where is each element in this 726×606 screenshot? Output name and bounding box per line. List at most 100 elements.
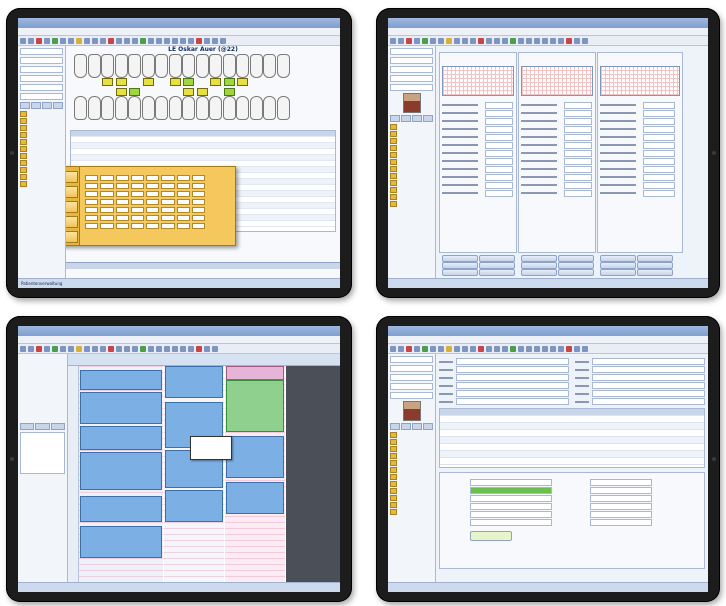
toolbar-icon[interactable] — [84, 37, 90, 44]
toolbar-icon[interactable] — [422, 345, 428, 352]
toolbar-icon[interactable] — [28, 37, 34, 44]
toolbar-icon[interactable] — [188, 37, 194, 44]
dental-chart[interactable] — [70, 52, 336, 124]
dialog-cell[interactable] — [176, 223, 190, 229]
toolbar-icon[interactable] — [462, 345, 468, 352]
dialog-cell[interactable] — [115, 223, 129, 229]
perio-field[interactable] — [643, 110, 675, 117]
dialog-cell[interactable] — [130, 191, 144, 197]
perio-field[interactable] — [485, 158, 513, 165]
folder-item[interactable] — [390, 194, 433, 200]
tooth-icon[interactable] — [114, 54, 128, 78]
tooth-icon[interactable] — [128, 96, 141, 120]
perio-field[interactable] — [564, 190, 592, 197]
perio-field[interactable] — [485, 190, 513, 197]
appointment[interactable] — [80, 526, 162, 558]
folder-item[interactable] — [390, 138, 433, 144]
toolbar[interactable] — [388, 36, 708, 46]
folder-item[interactable] — [20, 125, 63, 131]
appointment[interactable] — [80, 452, 162, 490]
patient-field[interactable] — [390, 392, 433, 399]
perio-field[interactable] — [564, 166, 592, 173]
form-input[interactable] — [456, 390, 569, 397]
dialog-button[interactable] — [66, 216, 78, 228]
tooth-icon[interactable] — [209, 96, 222, 120]
toolbar-icon[interactable] — [446, 37, 452, 44]
resource-list[interactable] — [20, 432, 65, 474]
toolbar-icon[interactable] — [68, 345, 74, 352]
tab[interactable] — [423, 423, 433, 430]
form-input[interactable] — [456, 358, 569, 365]
tooth-icon[interactable] — [128, 54, 141, 78]
dialog-cell[interactable] — [115, 183, 129, 189]
form-input[interactable] — [592, 382, 705, 389]
perio-button[interactable] — [521, 262, 557, 269]
dialog-cell[interactable] — [191, 223, 205, 229]
tab[interactable] — [31, 102, 41, 109]
detail-field[interactable] — [470, 503, 552, 510]
form-input[interactable] — [456, 382, 569, 389]
perio-button[interactable] — [558, 255, 594, 262]
bottom-tabs[interactable] — [66, 262, 340, 269]
toolbar-icon[interactable] — [52, 345, 58, 352]
perio-field[interactable] — [485, 150, 513, 157]
menu-bar[interactable] — [388, 28, 708, 36]
toolbar-icon[interactable] — [398, 37, 404, 44]
folder-item[interactable] — [20, 167, 63, 173]
table-row[interactable] — [440, 430, 704, 437]
perio-field[interactable] — [485, 126, 513, 133]
dialog-cell[interactable] — [100, 191, 114, 197]
patient-field[interactable] — [20, 93, 63, 100]
toolbar-icon[interactable] — [430, 37, 436, 44]
perio-button[interactable] — [600, 262, 636, 269]
dialog-cell[interactable] — [85, 199, 99, 205]
patient-field[interactable] — [390, 66, 433, 73]
tooth-icon[interactable] — [195, 54, 209, 78]
dialog-cell[interactable] — [191, 191, 205, 197]
tab[interactable] — [412, 115, 422, 122]
folder-item[interactable] — [390, 446, 433, 452]
table-row[interactable] — [440, 451, 704, 458]
toolbar-icon[interactable] — [20, 345, 26, 352]
perio-field[interactable] — [643, 118, 675, 125]
perio-field[interactable] — [564, 142, 592, 149]
patient-field[interactable] — [390, 383, 433, 390]
dialog-cell[interactable] — [176, 183, 190, 189]
detail-field[interactable] — [590, 519, 652, 526]
toolbar-icon[interactable] — [124, 37, 130, 44]
records-table[interactable] — [439, 408, 705, 468]
toolbar-icon[interactable] — [164, 345, 170, 352]
tooth-icon[interactable] — [249, 96, 263, 120]
dialog-cell[interactable] — [100, 223, 114, 229]
dialog-cell[interactable] — [176, 175, 190, 181]
toolbar-icon[interactable] — [470, 345, 476, 352]
toolbar-icon[interactable] — [494, 37, 500, 44]
form-input[interactable] — [592, 358, 705, 365]
patient-field[interactable] — [390, 374, 433, 381]
appointment[interactable] — [165, 366, 223, 398]
menu-bar[interactable] — [18, 336, 340, 344]
toolbar-icon[interactable] — [204, 37, 210, 44]
folder-item[interactable] — [390, 460, 433, 466]
toolbar-icon[interactable] — [558, 37, 564, 44]
tooth-icon[interactable] — [168, 96, 182, 120]
folder-item[interactable] — [390, 180, 433, 186]
toolbar-icon[interactable] — [390, 37, 396, 44]
toolbar-icon[interactable] — [462, 37, 468, 44]
toolbar-icon[interactable] — [172, 345, 178, 352]
toolbar-icon[interactable] — [84, 345, 90, 352]
folder-item[interactable] — [20, 160, 63, 166]
calendar-grid[interactable] — [68, 354, 340, 583]
table-row[interactable] — [440, 437, 704, 444]
appointment[interactable] — [226, 482, 284, 514]
toolbar-icon[interactable] — [438, 345, 444, 352]
dialog-button[interactable] — [66, 201, 78, 213]
dialog-cell[interactable] — [115, 199, 129, 205]
perio-button[interactable] — [637, 262, 673, 269]
perio-graph[interactable] — [521, 66, 593, 96]
dialog-cell[interactable] — [161, 199, 175, 205]
dialog-cell[interactable] — [115, 191, 129, 197]
tab[interactable] — [401, 115, 411, 122]
toolbar-icon[interactable] — [68, 37, 74, 44]
toolbar-icon[interactable] — [414, 345, 420, 352]
